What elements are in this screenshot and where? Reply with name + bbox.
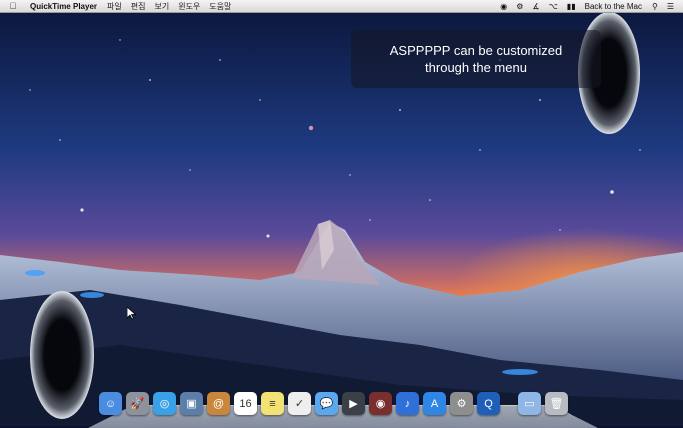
menu-edit[interactable]: 편집 <box>131 1 146 12</box>
finder-icon[interactable]: ☺ <box>99 392 122 415</box>
toast-message: ASPPPPP can be customized through the me… <box>389 43 563 75</box>
trash-icon[interactable]: 🗑 <box>545 392 568 415</box>
preview-photos-icon[interactable]: ▣ <box>180 392 203 415</box>
status-area: ◉ ⚙ ∡ ⌥ ▮▮ Back to the Mac ⚲ ☰ <box>500 2 683 11</box>
reminders-icon[interactable]: ✓ <box>288 392 311 415</box>
itunes-icon[interactable]: ♪ <box>396 392 419 415</box>
menu-view[interactable]: 보기 <box>154 1 169 12</box>
menu-help[interactable]: 도움말 <box>209 1 231 12</box>
portal-bottom[interactable] <box>28 289 96 421</box>
calendar-icon[interactable]: 16 <box>234 392 257 415</box>
battery-icon[interactable]: ▮▮ <box>567 2 576 11</box>
settings-icon[interactable]: ⚙ <box>516 2 523 11</box>
menu-bar:  QuickTime Player 파일 편집 보기 윈도우 도움말 ◉ ⚙ … <box>0 0 683 13</box>
downloads-folder-icon[interactable]: ▭ <box>518 392 541 415</box>
system-preferences-icon[interactable]: ⚙ <box>450 392 473 415</box>
apple-icon[interactable]:  <box>4 1 22 11</box>
dock-separator <box>504 392 514 422</box>
contacts-icon[interactable]: @ <box>207 392 230 415</box>
bluetooth-icon[interactable]: ∡ <box>532 2 539 11</box>
record-icon[interactable]: ◉ <box>500 2 507 11</box>
photo-booth-icon[interactable]: ◉ <box>369 392 392 415</box>
messages-icon[interactable]: 💬 <box>315 392 338 415</box>
list-icon[interactable]: ☰ <box>667 2 674 11</box>
dock: ☺ 🚀 ◎ ▣ @16 ≡ ✓ 💬 ▶ ◉ ♪ A ⚙ Q ▭ 🗑 <box>99 392 568 422</box>
app-store-icon[interactable]: A <box>423 392 446 415</box>
spotlight-icon[interactable]: ⚲ <box>652 2 658 11</box>
clock-text[interactable]: Back to the Mac <box>585 2 642 11</box>
notes-icon[interactable]: ≡ <box>261 392 284 415</box>
menu-window[interactable]: 윈도우 <box>178 1 200 12</box>
app-menu[interactable]: QuickTime Player <box>30 2 97 11</box>
safari-icon[interactable]: ◎ <box>153 392 176 415</box>
launchpad-icon[interactable]: 🚀 <box>126 392 149 415</box>
notification-toast: ASPPPPP can be customized through the me… <box>351 30 601 88</box>
wifi-icon[interactable]: ⌥ <box>549 2 558 11</box>
quicktime-icon[interactable]: Q <box>477 392 500 415</box>
mouse-cursor <box>127 307 136 320</box>
facetime-icon[interactable]: ▶ <box>342 392 365 415</box>
menu-file[interactable]: 파일 <box>107 1 122 12</box>
